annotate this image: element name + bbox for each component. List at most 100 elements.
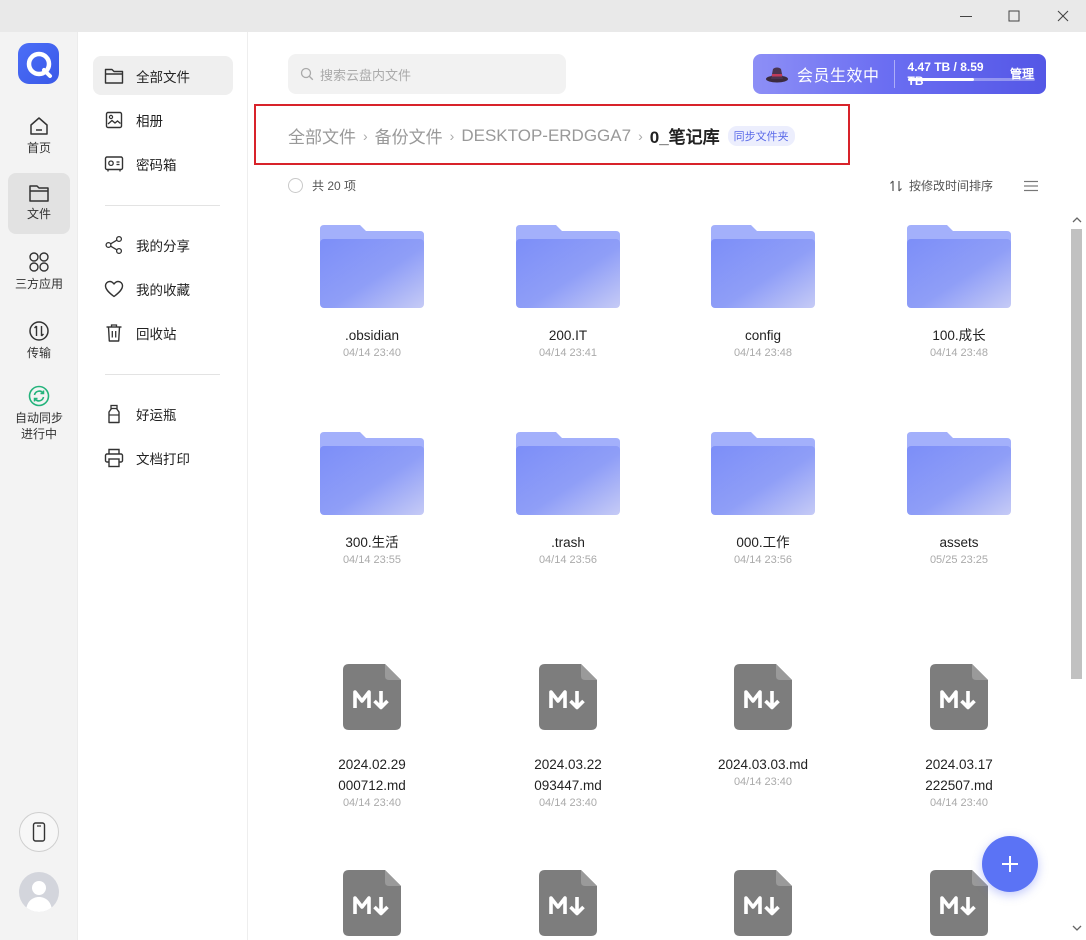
sidebar-item-all-files[interactable]: 全部文件 (93, 56, 233, 95)
sidebar-item-my-share[interactable]: 我的分享 (93, 225, 233, 264)
item-modified-time: 04/14 23:55 (342, 554, 402, 566)
markdown-file-icon (343, 870, 401, 936)
sidebar-item-lucky-bottle[interactable]: 好运瓶 (93, 394, 233, 433)
storage-capacity-text: 4.47 TB / 8.59 TB (907, 60, 984, 88)
apps-icon (29, 252, 49, 272)
markdown-file-icon (930, 664, 988, 730)
heart-icon (104, 280, 124, 297)
folder-item[interactable]: .trash 04/14 23:56 (470, 419, 666, 566)
file-item[interactable]: 2024.02.29 000712.md 04/14 23:40 (274, 626, 470, 809)
item-name: 2024.03.03.md (717, 757, 809, 772)
folder-item[interactable]: 200.IT 04/14 23:41 (470, 212, 666, 359)
folder-icon (907, 432, 1011, 515)
folder-icon (320, 432, 424, 515)
folder-item[interactable]: .obsidian 04/14 23:40 (274, 212, 470, 359)
rail-item-home[interactable]: 首页 (8, 110, 70, 162)
item-name: config (744, 328, 782, 343)
rail-label: 文件 (26, 207, 51, 221)
item-thumbnail (274, 419, 470, 515)
rail-label: 首页 (26, 141, 51, 155)
scroll-up-icon[interactable] (1072, 216, 1082, 224)
rail-label: 三方应用 (14, 277, 63, 291)
sidebar-item-recycle-bin[interactable]: 回收站 (93, 313, 233, 352)
item-thumbnail (861, 419, 1057, 515)
select-all[interactable]: 共 20 项 (288, 177, 356, 194)
item-name: .obsidian (344, 328, 400, 343)
sidebar-divider (105, 374, 220, 375)
item-thumbnail (861, 212, 1057, 308)
file-item[interactable] (274, 832, 470, 936)
sidebar-item-safe[interactable]: 密码箱 (93, 144, 233, 183)
item-name: 000.工作 (736, 535, 790, 550)
markdown-file-icon (539, 870, 597, 936)
rail-item-transfer[interactable]: 传输 (8, 317, 70, 367)
rail-item-apps[interactable]: 三方应用 (8, 248, 70, 300)
scroll-down-icon[interactable] (1072, 924, 1082, 932)
sidebar-item-label: 相册 (136, 113, 163, 129)
item-modified-time: 04/14 23:40 (342, 797, 402, 809)
plus-icon (1002, 856, 1018, 872)
item-modified-time: 04/14 23:41 (538, 347, 598, 359)
view-toggle-button[interactable] (1024, 179, 1038, 197)
minimize-button[interactable] (943, 0, 989, 32)
item-thumbnail (665, 832, 861, 936)
breadcrumb: 全部文件 › 备份文件 › DESKTOP-ERDGGA7 › 0_笔记库 同步… (288, 123, 795, 148)
breadcrumb-separator: › (363, 127, 368, 144)
sidebar-item-print[interactable]: 文档打印 (93, 438, 233, 477)
close-icon (1057, 10, 1069, 22)
rail-item-sync[interactable]: 自动同步 进行中 (8, 383, 70, 449)
maximize-button[interactable] (991, 0, 1037, 32)
item-name: 100.成长 (932, 328, 986, 343)
sync-folder-badge: 同步文件夹 (727, 125, 795, 146)
breadcrumb-item[interactable]: 全部文件 (288, 123, 356, 148)
vip-banner[interactable]: 会员生效中 4.47 TB / 8.59 TB 管理 (753, 54, 1046, 94)
upload-fab-button[interactable] (982, 836, 1038, 892)
search-input[interactable]: 搜索云盘内文件 (288, 54, 566, 94)
breadcrumb-item[interactable]: DESKTOP-ERDGGA7 (461, 126, 631, 146)
item-thumbnail (665, 626, 861, 730)
nav-rail: 首页 文件 三方应用 传输 自动同步 进行中 (0, 32, 78, 940)
file-item[interactable]: 2024.03.22 093447.md 04/14 23:40 (470, 626, 666, 809)
item-thumbnail (470, 832, 666, 936)
sidebar-item-label: 全部文件 (136, 69, 190, 85)
folder-item[interactable]: 000.工作 04/14 23:56 (665, 419, 861, 566)
file-item[interactable] (470, 832, 666, 936)
app-logo (18, 43, 59, 84)
folder-icon (29, 185, 49, 202)
mobile-button[interactable] (19, 812, 59, 852)
file-item[interactable] (665, 832, 861, 936)
sidebar-item-label: 文档打印 (136, 451, 190, 467)
file-item[interactable]: 2024.03.03.md 04/14 23:40 (665, 626, 861, 788)
folder-item[interactable]: config 04/14 23:48 (665, 212, 861, 359)
minimize-icon (960, 16, 972, 17)
item-modified-time: 04/14 23:56 (733, 554, 793, 566)
rail-label: 传输 (26, 346, 51, 360)
folder-item[interactable]: 100.成长 04/14 23:48 (861, 212, 1057, 359)
item-modified-time: 04/14 23:48 (733, 347, 793, 359)
markdown-file-icon (930, 870, 988, 936)
photo-icon (105, 111, 123, 128)
markdown-file-icon (343, 664, 401, 730)
breadcrumb-item[interactable]: 备份文件 (375, 123, 443, 148)
scrollbar-thumb[interactable] (1071, 229, 1082, 679)
search-icon (300, 67, 314, 81)
file-item[interactable]: 2024.03.17 222507.md 04/14 23:40 (861, 626, 1057, 809)
select-all-radio[interactable] (288, 178, 303, 193)
folder-item[interactable]: assets 05/25 23:25 (861, 419, 1057, 566)
item-thumbnail (665, 212, 861, 308)
avatar[interactable] (19, 872, 59, 912)
maximize-icon (1008, 10, 1020, 22)
sort-button[interactable]: 按修改时间排序 (889, 177, 993, 194)
folder-item[interactable]: 300.生活 04/14 23:55 (274, 419, 470, 566)
title-bar (0, 0, 1086, 32)
sidebar-item-photos[interactable]: 相册 (93, 100, 233, 139)
rail-item-files[interactable]: 文件 (8, 173, 70, 234)
markdown-file-icon (734, 870, 792, 936)
search-placeholder: 搜索云盘内文件 (320, 67, 412, 83)
close-button[interactable] (1040, 0, 1086, 32)
share-icon (105, 235, 123, 254)
manage-button[interactable]: 管理 (1010, 65, 1034, 82)
sidebar-item-label: 我的收藏 (136, 282, 190, 298)
scrollbar[interactable] (1068, 212, 1086, 940)
sidebar-item-favorites[interactable]: 我的收藏 (93, 269, 233, 308)
